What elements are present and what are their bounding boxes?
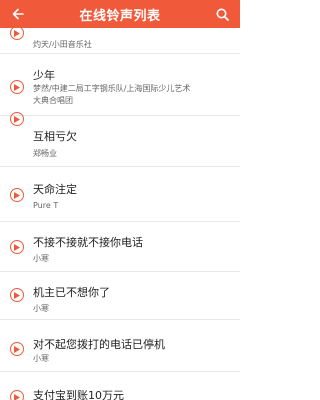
ringtone-list: 灼天/小田音乐社 少年 梦然/中建二局工字钢乐队/上海国际少儿艺术大典合唱团 互…: [0, 0, 240, 400]
song-artist: 小寒: [33, 354, 49, 363]
play-icon[interactable]: [10, 26, 24, 40]
list-item[interactable]: 少年 梦然/中建二局工字钢乐队/上海国际少儿艺术大典合唱团: [0, 54, 240, 116]
play-icon[interactable]: [10, 240, 24, 254]
song-title: 互相亏欠: [33, 130, 77, 143]
song-title: 不接不接就不接你电话: [33, 236, 143, 249]
list-item[interactable]: 机主已不想你了 小寒: [0, 272, 240, 320]
play-icon[interactable]: [10, 288, 24, 302]
play-icon[interactable]: [10, 342, 24, 356]
arrow-left-icon: [12, 8, 24, 20]
list-item[interactable]: 天命注定 Pure T: [0, 167, 240, 222]
song-artist: 灼天/小田音乐社: [33, 40, 92, 49]
app-header: 在线铃声列表: [0, 0, 240, 28]
list-item[interactable]: 支付宝到账10万元: [0, 372, 240, 400]
song-title: 机主已不想你了: [33, 286, 110, 299]
play-icon[interactable]: [10, 112, 24, 126]
song-title: 对不起您拨打的电话已停机: [33, 338, 165, 351]
play-icon[interactable]: [10, 80, 24, 94]
list-item[interactable]: 对不起您拨打的电话已停机 小寒: [0, 320, 240, 372]
song-artist: 小寒: [33, 304, 49, 313]
song-title: 支付宝到账10万元: [33, 389, 124, 400]
play-icon[interactable]: [10, 390, 24, 400]
song-title: 少年: [33, 69, 55, 82]
song-artist: 郑畅业: [33, 149, 57, 158]
song-artist: 小寒: [33, 254, 49, 263]
song-artist: 梦然/中建二局工字钢乐队/上海国际少儿艺术大典合唱团: [33, 84, 191, 105]
search-button[interactable]: [212, 4, 232, 24]
list-item[interactable]: 互相亏欠 郑畅业: [0, 112, 240, 167]
search-icon: [216, 8, 229, 21]
song-title: 天命注定: [33, 183, 77, 196]
song-artist: Pure T: [33, 201, 59, 210]
list-item[interactable]: 不接不接就不接你电话 小寒: [0, 222, 240, 272]
page-title: 在线铃声列表: [79, 8, 161, 24]
play-icon[interactable]: [10, 188, 24, 202]
back-button[interactable]: [8, 4, 28, 24]
